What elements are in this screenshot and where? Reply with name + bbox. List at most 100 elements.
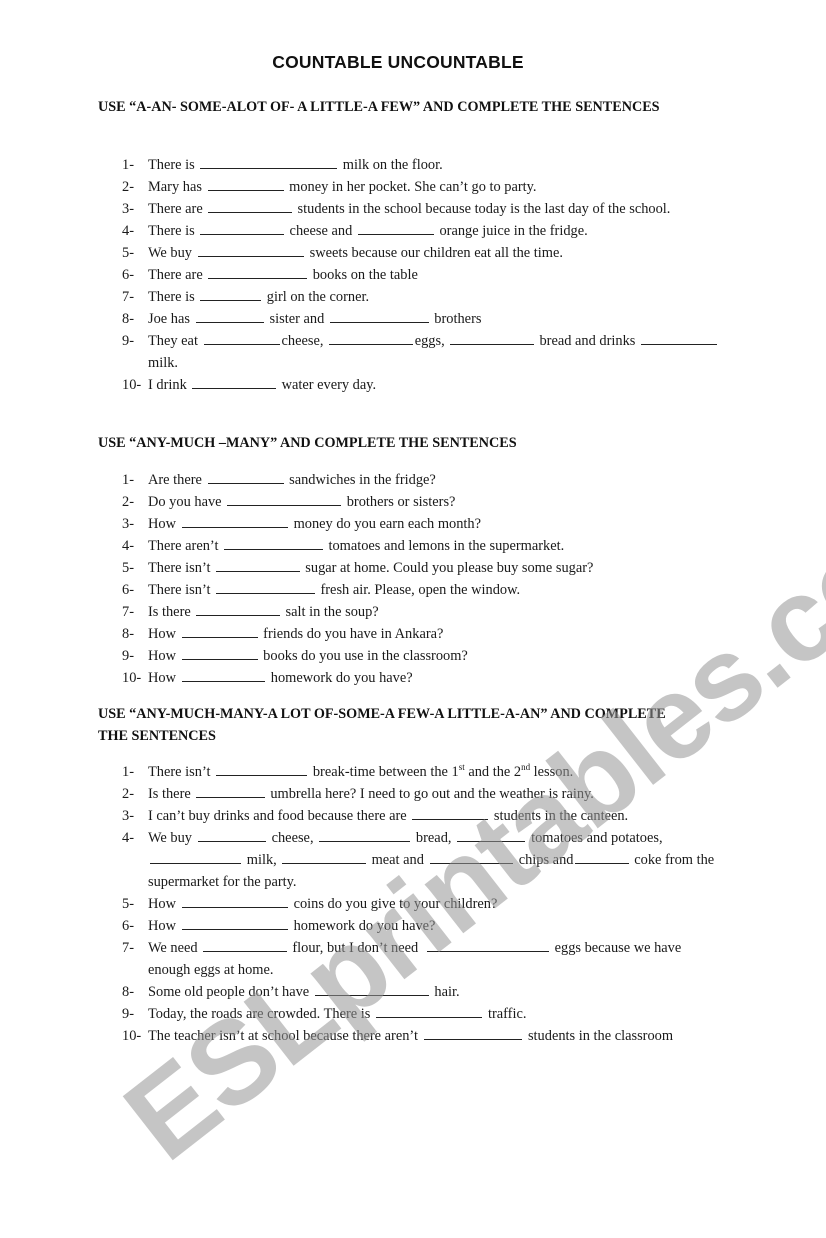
answer-blank[interactable] [196,601,280,616]
text-segment: The teacher isn’t at school because ther… [148,1028,422,1044]
text-segment: sugar at home. Could you please buy some… [301,560,594,576]
answer-blank[interactable] [181,513,288,528]
answer-blank[interactable] [640,330,717,345]
item-number: 2- [122,179,134,195]
item-text: Joe has sister and brothers [148,308,722,330]
item-text: There is cheese and orange juice in the … [148,220,722,242]
answer-blank[interactable] [457,827,526,842]
item-number: 10- [122,670,142,686]
answer-blank[interactable] [197,242,304,257]
answer-blank[interactable] [412,805,489,820]
answer-blank[interactable] [197,827,266,842]
item-text: Is there umbrella here? I need to go out… [148,783,722,805]
answer-blank[interactable] [357,220,434,235]
answer-blank[interactable] [216,761,308,776]
answer-blank[interactable] [181,667,266,682]
worksheet-content: COUNTABLE UNCOUNTABLE USE “A-AN- SOME-AL… [0,0,826,1169]
answer-blank[interactable] [208,198,292,213]
item-text: I drink water every day. [148,374,722,396]
answer-blank[interactable] [181,893,288,908]
exercise-item: 5- How coins do you give to your children… [122,893,722,915]
answer-blank[interactable] [314,981,429,996]
text-segment: There is [148,157,199,173]
text-segment: books on the table [309,267,418,283]
exercise-item: 9- Today, the roads are crowded. There is… [122,1003,722,1025]
answer-blank[interactable] [224,535,323,550]
answer-blank[interactable] [216,557,300,572]
exercise-item: 9- How books do you use in the classroom? [122,645,722,667]
answer-blank[interactable] [575,849,629,864]
item-number: 6- [122,918,134,934]
item-number: 6- [122,267,134,283]
text-segment: orange juice in the fridge. [435,223,588,239]
section-2-heading: USE “ANY-MUCH –MANY” AND COMPLETE THE SE… [98,435,517,451]
item-number: 5- [122,245,134,261]
text-segment: and the 2 [464,764,522,780]
item-text: There isn’t fresh air. Please, open the … [148,579,722,601]
answer-blank[interactable] [200,220,284,235]
exercise-item: 3- How money do you earn each month? [122,513,722,535]
item-number: 7- [122,604,134,620]
worksheet-page: ESLprintables.com COUNTABLE UNCOUNTABLE … [0,0,826,1186]
exercise-item: 3- There are students in the school becau… [122,198,722,220]
answer-blank[interactable] [200,286,262,301]
text-segment: friends do you have in Ankara? [259,626,444,642]
answer-blank[interactable] [227,491,342,506]
answer-blank[interactable] [429,849,514,864]
answer-blank[interactable] [375,1003,483,1018]
answer-blank[interactable] [450,330,534,345]
item-number: 10- [122,1028,142,1044]
exercise-item: 8- How friends do you have in Ankara? [122,623,722,645]
answer-blank[interactable] [181,915,288,930]
answer-blank[interactable] [207,176,284,191]
exercise-item: 4- There aren’t tomatoes and lemons in th… [122,535,722,557]
text-segment: homework do you have? [267,670,413,686]
item-number: 7- [122,289,134,305]
answer-blank[interactable] [207,469,284,484]
section-3-heading: USE “ANY-MUCH-MANY-A LOT OF-SOME-A FEW-A… [98,706,666,744]
answer-blank[interactable] [150,849,242,864]
exercise-item: 4- We buy cheese, bread, tomatoes and pot… [122,827,722,893]
section-3-list: 1- There isn’t break-time between the 1st… [122,761,722,1047]
text-segment: There are [148,267,207,283]
answer-blank[interactable] [329,308,429,323]
text-segment: salt in the soup? [281,604,379,620]
exercise-item: 8- Some old people don’t have hair. [122,981,722,1003]
item-text: How books do you use in the classroom? [148,645,722,667]
answer-blank[interactable] [196,783,265,798]
answer-blank[interactable] [423,1025,523,1040]
item-text: Is there salt in the soup? [148,601,722,623]
answer-blank[interactable] [208,264,308,279]
item-number: 5- [122,896,134,912]
text-segment: cheese, [268,830,318,846]
answer-blank[interactable] [181,623,258,638]
item-text: The teacher isn’t at school because ther… [148,1025,722,1047]
answer-blank[interactable] [319,827,411,842]
section-1-heading: USE “A-AN- SOME-ALOT OF- A LITTLE-A FEW”… [98,99,660,115]
answer-blank[interactable] [203,330,280,345]
answer-blank[interactable] [216,579,315,594]
answer-blank[interactable] [200,154,338,169]
text-segment: We buy [148,830,196,846]
item-text: How homework do you have? [148,667,722,689]
item-text: We buy cheese, bread, tomatoes and potat… [148,827,722,893]
item-number: 10- [122,377,142,393]
answer-blank[interactable] [195,308,264,323]
answer-blank[interactable] [192,374,276,389]
text-segment: I drink [148,377,191,393]
answer-blank[interactable] [181,645,258,660]
item-text: Some old people don’t have hair. [148,981,722,1003]
exercise-item: 6- There are books on the table [122,264,722,286]
item-text: There aren’t tomatoes and lemons in the … [148,535,722,557]
answer-blank[interactable] [329,330,413,345]
answer-blank[interactable] [282,849,366,864]
item-number: 1- [122,472,134,488]
item-text: Today, the roads are crowded. There is t… [148,1003,722,1025]
item-number: 4- [122,830,134,846]
text-segment: bread and drinks [535,333,639,349]
text-segment: brothers or sisters? [343,494,456,510]
answer-blank[interactable] [427,937,550,952]
answer-blank[interactable] [203,937,287,952]
text-segment: How [148,516,180,532]
item-number: 6- [122,582,134,598]
